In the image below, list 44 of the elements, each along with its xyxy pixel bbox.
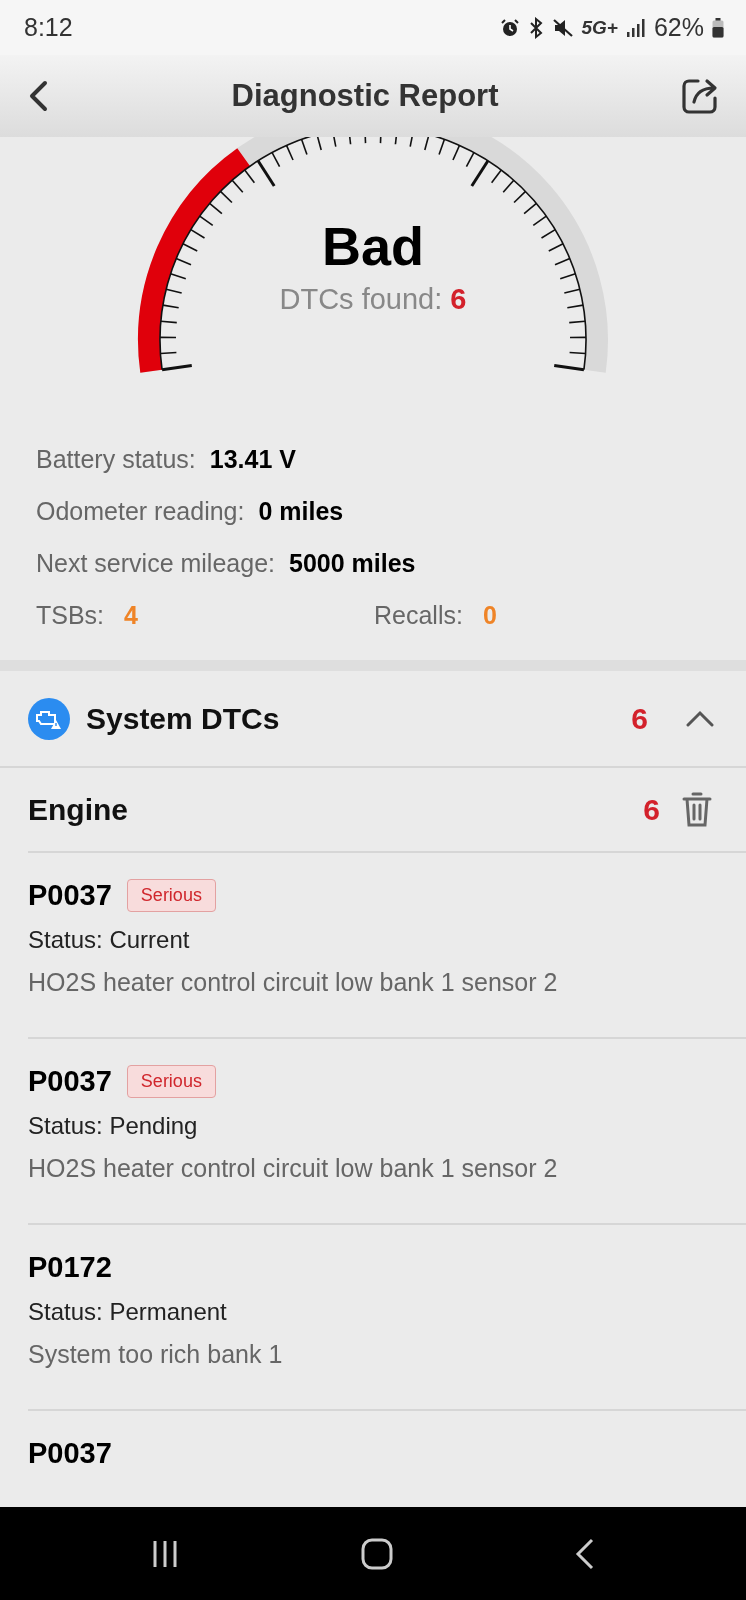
info-value: 13.41 V — [209, 445, 296, 474]
section-title: System DTCs — [86, 701, 281, 736]
info-label: Battery status: — [36, 445, 196, 474]
dtc-code: P0172 — [28, 1251, 112, 1284]
mute-icon — [551, 17, 574, 38]
group-count: 6 — [643, 792, 660, 827]
dtc-description: System too rich bank 1 — [28, 1340, 284, 1369]
dtc-status: Status: Permanent — [28, 1298, 228, 1326]
count-value: 4 — [124, 601, 138, 630]
rating-label: Bad — [322, 215, 424, 277]
bluetooth-icon — [527, 16, 544, 39]
battery-icon — [712, 17, 724, 38]
dtc-status: Status: Current — [28, 926, 191, 954]
network-label: 5G+ — [581, 16, 618, 39]
chevron-icon — [686, 709, 714, 728]
severity-tag: Serious — [126, 879, 216, 912]
count-value: 0 — [482, 601, 497, 630]
page-title: Diagnostic Report — [230, 78, 500, 114]
battery-percent: 62% — [653, 13, 704, 42]
count-label: TSBs: — [36, 601, 105, 630]
dtc-code: P0037 — [28, 1065, 112, 1098]
dtc-description: HO2S heater control circuit low bank 1 sensor 2 — [28, 968, 559, 997]
engine-warning-icon — [28, 697, 70, 740]
dtc-code: P0037 — [28, 1437, 112, 1470]
dtc-description: HO2S heater control circuit low bank 1 sensor 2 — [28, 1154, 559, 1183]
back-icon — [573, 1537, 596, 1570]
dtc-status: Status: Pending — [28, 1112, 199, 1140]
count-label: Recalls: — [374, 601, 463, 630]
signal-icon — [625, 17, 646, 38]
info-value: 0 miles — [258, 497, 344, 526]
info-label: Next service mileage: — [36, 549, 275, 578]
trash-icon — [682, 791, 712, 828]
info-label: Odometer reading: — [36, 497, 245, 526]
info-value: 5000 miles — [289, 549, 416, 578]
dtc-found-text: DTCs found: 6 — [279, 283, 467, 316]
alarm-icon — [499, 17, 520, 38]
delete-button[interactable] — [682, 791, 712, 828]
clock: 8:12 — [24, 13, 73, 42]
share-icon — [680, 76, 720, 116]
home-icon — [361, 1537, 393, 1570]
severity-tag: Serious — [126, 1065, 216, 1098]
dtc-count: 6 — [631, 701, 648, 736]
dtc-code: P0037 — [28, 879, 112, 912]
group-title: Engine — [28, 792, 129, 827]
